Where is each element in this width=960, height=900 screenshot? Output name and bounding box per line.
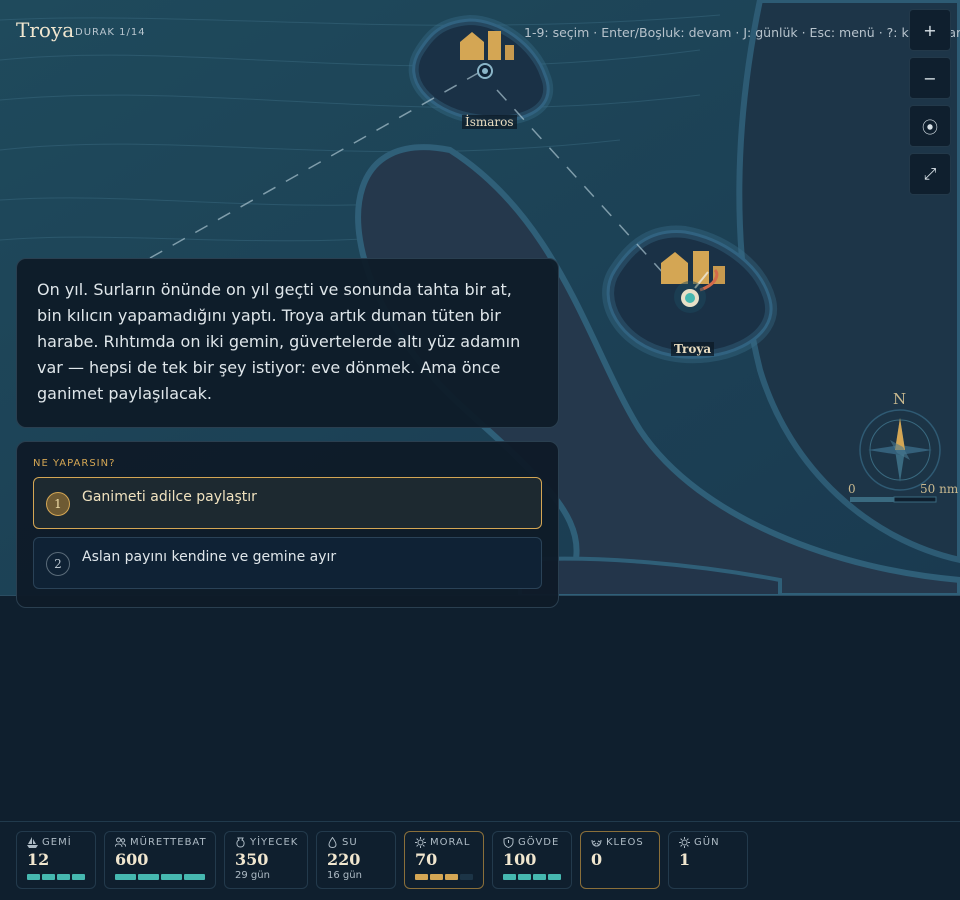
narrative-panel: On yıl. Surların önünde on yıl geçti ve … — [16, 258, 559, 428]
meter-segment — [518, 874, 531, 880]
choice-number-badge: 1 — [46, 492, 70, 516]
stat-label: MÜRETTEBAT — [130, 837, 207, 848]
stat-meter — [115, 874, 205, 880]
ship-icon — [27, 837, 38, 848]
scale-bar — [850, 496, 937, 503]
compass-north-label: N — [893, 390, 907, 408]
meter-segment — [184, 874, 205, 880]
day-sun-icon — [679, 837, 690, 848]
choice-number-badge: 2 — [46, 552, 70, 576]
fullscreen-button[interactable]: ⤢ — [909, 153, 951, 195]
stat-label: GÜN — [694, 837, 720, 848]
meter-segment — [460, 874, 473, 880]
crew-icon — [115, 837, 126, 848]
scale-start-label: 0 — [848, 482, 856, 496]
meter-segment — [533, 874, 546, 880]
stat-label: KLEOS — [606, 837, 644, 848]
stat-label: MORAL — [430, 837, 471, 848]
stat-value: 12 — [27, 850, 50, 869]
expand-icon: ⤢ — [923, 164, 937, 183]
meter-segment — [503, 874, 516, 880]
stat-value: 600 — [115, 850, 149, 869]
plus-icon: + — [923, 20, 937, 40]
meter-segment — [161, 874, 182, 880]
stat-murettebat: MÜRETTEBAT 600 — [104, 831, 216, 889]
meter-segment — [27, 874, 40, 880]
meter-segment — [138, 874, 159, 880]
stat-yiyecek: YİYECEK 350 29 gün — [224, 831, 308, 889]
choice-prompt: NE YAPARSIN? — [33, 458, 116, 469]
morale-sun-icon — [415, 837, 426, 848]
location-title: Troya — [16, 18, 75, 42]
meter-segment — [57, 874, 70, 880]
choice-label: Aslan payını kendine ve gemine ayır — [82, 549, 337, 565]
target-icon: ⦿ — [921, 118, 938, 137]
meter-segment — [42, 874, 55, 880]
stat-label: YİYECEK — [250, 837, 299, 848]
meter-segment — [445, 874, 458, 880]
stat-su: SU 220 16 gün — [316, 831, 396, 889]
hull-shield-icon — [503, 837, 514, 848]
stop-counter: DURAK 1/14 — [75, 27, 146, 38]
food-sack-icon — [235, 837, 246, 848]
compass-rose — [859, 409, 941, 491]
stat-value: 350 — [235, 850, 269, 869]
water-drop-icon — [327, 837, 338, 848]
stat-gemi: GEMİ 12 — [16, 831, 96, 889]
stat-value: 1 — [679, 850, 691, 869]
stat-label: GÖVDE — [518, 837, 560, 848]
stat-value: 100 — [503, 850, 537, 869]
narrative-text: On yıl. Surların önünde on yıl geçti ve … — [37, 280, 521, 403]
stat-gun: GÜN 1 — [668, 831, 748, 889]
stat-label: SU — [342, 837, 358, 848]
choice-option-2[interactable]: 2 Aslan payını kendine ve gemine ayır — [33, 537, 542, 589]
center-map-button[interactable]: ⦿ — [909, 105, 951, 147]
choice-option-1[interactable]: 1 Ganimeti adilce paylaştır — [33, 477, 542, 529]
stat-label: GEMİ — [42, 837, 72, 848]
keyboard-shortcuts-hint: 1-9: seçim · Enter/Boşluk: devam · J: gü… — [524, 25, 960, 40]
laurel-icon — [591, 837, 602, 848]
stat-sub: 16 gün — [327, 870, 362, 881]
scale-end-label: 50 nm — [920, 482, 959, 496]
meter-segment — [548, 874, 561, 880]
meter-segment — [415, 874, 428, 880]
stat-govde: GÖVDE 100 — [492, 831, 572, 889]
meter-segment — [72, 874, 85, 880]
stat-moral: MORAL 70 — [404, 831, 484, 889]
game-screen: Troya DURAK 1/14 1-9: seçim · Enter/Boşl… — [0, 0, 960, 900]
choices-panel: NE YAPARSIN? 1 Ganimeti adilce paylaştır… — [16, 441, 559, 608]
stat-sub: 29 gün — [235, 870, 270, 881]
stat-meter — [503, 874, 561, 880]
choice-label: Ganimeti adilce paylaştır — [82, 489, 257, 505]
meter-segment — [430, 874, 443, 880]
place-label-ismaros[interactable]: İsmaros — [462, 115, 517, 129]
zoom-out-button[interactable]: − — [909, 57, 951, 99]
zoom-in-button[interactable]: + — [909, 9, 951, 51]
stat-meter — [415, 874, 473, 880]
resource-bar: GEMİ 12 MÜRETTEBAT 600 YİYECEK 350 29 gü… — [0, 821, 960, 900]
stat-value: 220 — [327, 850, 361, 869]
minus-icon: − — [923, 68, 937, 88]
stat-kleos: KLEOS 0 — [580, 831, 660, 889]
stat-value: 0 — [591, 850, 603, 869]
place-label-troy[interactable]: Troya — [671, 342, 715, 356]
meter-segment — [115, 874, 136, 880]
stat-value: 70 — [415, 850, 438, 869]
stat-meter — [27, 874, 85, 880]
